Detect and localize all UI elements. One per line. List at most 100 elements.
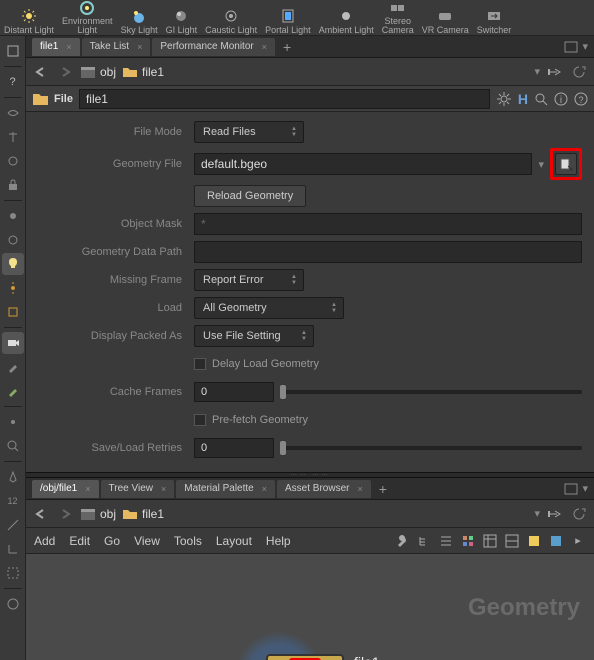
tool-show-b[interactable]: [2, 126, 24, 148]
checkbox-delay-load[interactable]: [194, 358, 206, 370]
tool-light-b[interactable]: [2, 229, 24, 251]
shelf-gi-light[interactable]: GI Light: [162, 2, 202, 35]
tool-lock[interactable]: [2, 174, 24, 196]
close-icon[interactable]: ×: [357, 484, 362, 494]
tool-pen[interactable]: [2, 466, 24, 488]
tool-light-d[interactable]: [2, 301, 24, 323]
dropdown-icon[interactable]: ▾: [538, 158, 544, 171]
tool-ruler[interactable]: 12: [2, 490, 24, 512]
close-icon[interactable]: ×: [66, 42, 71, 52]
node-name-input[interactable]: [79, 89, 490, 109]
close-icon[interactable]: ×: [85, 484, 90, 494]
tool-light-a[interactable]: [2, 205, 24, 227]
menu-help[interactable]: Help: [266, 534, 291, 548]
help-icon[interactable]: ?: [574, 92, 588, 106]
select-display-packed[interactable]: Use File Setting ▲▼: [194, 325, 314, 347]
nav-back-icon[interactable]: [32, 63, 50, 81]
menu-view[interactable]: View: [134, 534, 160, 548]
tool-show-a[interactable]: [2, 102, 24, 124]
tab-asset-browser[interactable]: Asset Browser×: [277, 480, 371, 498]
tool-zoom[interactable]: [2, 435, 24, 457]
path-seg-obj[interactable]: obj: [80, 65, 116, 79]
hash-icon[interactable]: H: [518, 91, 528, 107]
reload-icon[interactable]: [570, 63, 588, 81]
tab-perf-monitor[interactable]: Performance Monitor×: [152, 38, 275, 56]
shelf-sky-light[interactable]: Sky Light: [117, 2, 162, 35]
shelf-environment-light[interactable]: Environment Light: [58, 2, 117, 35]
path-seg-file1[interactable]: file1: [122, 507, 164, 521]
slider-thumb[interactable]: [280, 385, 286, 399]
pane-menu-icon[interactable]: ▾: [582, 40, 588, 53]
list-icon[interactable]: [438, 533, 454, 549]
tool-select[interactable]: [2, 40, 24, 62]
shelf-caustic-light[interactable]: Caustic Light: [201, 2, 261, 35]
chevron-right-icon[interactable]: ▸: [570, 533, 586, 549]
shelf-portal-light[interactable]: Portal Light: [261, 2, 315, 35]
note-icon[interactable]: [526, 533, 542, 549]
tool-measure[interactable]: [2, 514, 24, 536]
tool-paint-b[interactable]: [2, 380, 24, 402]
file-chooser-button[interactable]: [555, 153, 577, 175]
menu-go[interactable]: Go: [104, 534, 120, 548]
close-icon[interactable]: ×: [262, 42, 267, 52]
tab-material-palette[interactable]: Material Palette×: [176, 480, 275, 498]
nav-forward-icon[interactable]: [56, 63, 74, 81]
tool-show-c[interactable]: [2, 150, 24, 172]
tab-obj-file1[interactable]: /obj/file1×: [32, 480, 99, 498]
tool-light-c[interactable]: [2, 277, 24, 299]
pin-icon[interactable]: [546, 63, 564, 81]
spreadsheet-icon[interactable]: [482, 533, 498, 549]
tool-bounds[interactable]: [2, 562, 24, 584]
path-dropdown-icon[interactable]: ▾: [534, 65, 540, 78]
tab-take-list[interactable]: Take List×: [82, 38, 151, 56]
path-seg-file1[interactable]: file1: [122, 65, 164, 79]
close-icon[interactable]: ×: [161, 484, 166, 494]
palette-icon[interactable]: [548, 533, 564, 549]
reload-geometry-button[interactable]: Reload Geometry: [194, 185, 306, 207]
search-icon[interactable]: [534, 92, 548, 106]
wrench-icon[interactable]: [394, 533, 410, 549]
shelf-vr-camera[interactable]: VR Camera: [418, 2, 473, 35]
tree-icon[interactable]: [416, 533, 432, 549]
input-save-load-retries[interactable]: [194, 438, 274, 458]
tool-angle[interactable]: [2, 538, 24, 560]
add-tab-button[interactable]: +: [373, 481, 393, 497]
tool-help[interactable]: ?: [2, 71, 24, 93]
node-body[interactable]: [266, 654, 344, 660]
checkbox-prefetch[interactable]: [194, 414, 206, 426]
select-missing-frame[interactable]: Report Error ▲▼: [194, 269, 304, 291]
tab-tree-view[interactable]: Tree View×: [101, 480, 175, 498]
tool-circle[interactable]: [2, 593, 24, 615]
tool-dot[interactable]: [2, 411, 24, 433]
shelf-switcher[interactable]: Switcher: [473, 2, 516, 35]
pane-menu-icon[interactable]: ▾: [582, 482, 588, 495]
pane-max-icon[interactable]: [564, 483, 578, 495]
pin-icon[interactable]: [546, 505, 564, 523]
close-icon[interactable]: ×: [137, 42, 142, 52]
reload-icon[interactable]: [570, 505, 588, 523]
params-icon[interactable]: [504, 533, 520, 549]
tool-bulb[interactable]: [2, 253, 24, 275]
pane-max-icon[interactable]: [564, 41, 578, 53]
menu-add[interactable]: Add: [34, 534, 55, 548]
nav-forward-icon[interactable]: [56, 505, 74, 523]
menu-layout[interactable]: Layout: [216, 534, 252, 548]
info-icon[interactable]: i: [554, 92, 568, 106]
menu-tools[interactable]: Tools: [174, 534, 202, 548]
input-geometry-file[interactable]: [194, 153, 532, 175]
slider-thumb[interactable]: [280, 441, 286, 455]
tool-camera[interactable]: [2, 332, 24, 354]
network-view[interactable]: Geometry file1 default.bgeo: [26, 554, 594, 660]
grid-icon[interactable]: [460, 533, 476, 549]
path-dropdown-icon[interactable]: ▾: [534, 507, 540, 520]
add-tab-button[interactable]: +: [277, 39, 297, 55]
slider-cache-frames[interactable]: [280, 390, 582, 394]
input-object-mask[interactable]: [194, 213, 582, 235]
select-file-mode[interactable]: Read Files ▲▼: [194, 121, 304, 143]
gear-icon[interactable]: [496, 91, 512, 107]
shelf-stereo-camera[interactable]: Stereo Camera: [378, 2, 418, 35]
shelf-ambient-light[interactable]: Ambient Light: [315, 2, 378, 35]
path-seg-obj[interactable]: obj: [80, 507, 116, 521]
slider-save-load-retries[interactable]: [280, 446, 582, 450]
node-file1[interactable]: file1 default.bgeo: [266, 654, 431, 660]
